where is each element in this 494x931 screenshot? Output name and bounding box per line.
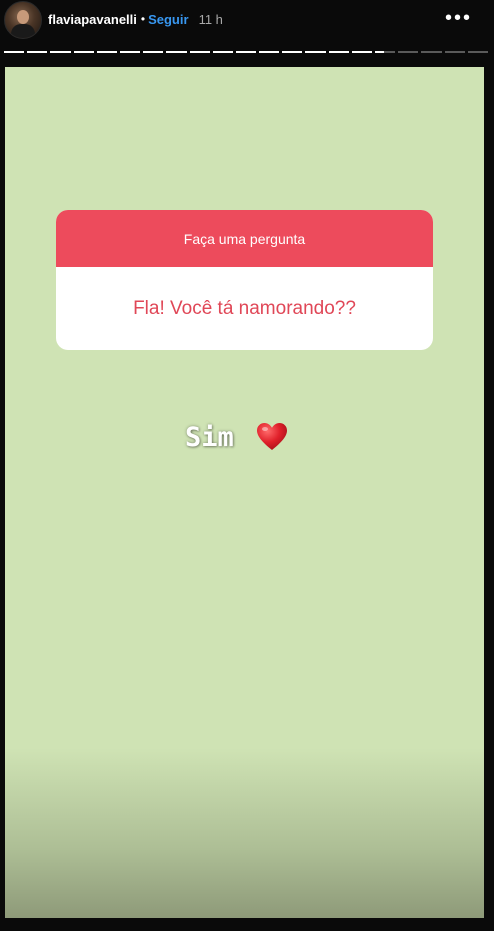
progress-segment (398, 51, 419, 53)
follow-button[interactable]: Seguir (148, 12, 188, 27)
post-time: 11 h (198, 11, 223, 27)
question-text: Fla! Você tá namorando?? (133, 297, 356, 319)
progress-segment (351, 51, 372, 53)
progress-segment (166, 51, 187, 53)
progress-segment (305, 51, 326, 53)
story-header: flaviapavanelli • Seguir 11 h ••• (0, 0, 494, 44)
progress-segment (467, 51, 488, 53)
bottom-frame (0, 918, 494, 931)
red-heart-icon (256, 423, 287, 450)
progress-segment (259, 51, 280, 53)
story-content[interactable]: Faça uma pergunta Fla! Você tá namorando… (5, 67, 484, 918)
profile-avatar[interactable] (4, 1, 42, 39)
more-options-icon[interactable]: ••• (445, 8, 472, 28)
answer-line: Sim (185, 421, 288, 453)
progress-segment (50, 51, 71, 53)
username-link[interactable]: flaviapavanelli (48, 12, 137, 27)
user-line: flaviapavanelli • Seguir 11 h (48, 10, 223, 28)
progress-segment (444, 51, 465, 53)
progress-segment (27, 51, 48, 53)
progress-segment (212, 51, 233, 53)
progress-segment (4, 51, 25, 53)
separator-dot: • (140, 12, 146, 26)
answer-text: Sim (185, 421, 234, 453)
progress-segment (96, 51, 117, 53)
progress-segment (282, 51, 303, 53)
progress-segment (143, 51, 164, 53)
progress-segment (328, 51, 349, 53)
progress-segment (375, 51, 396, 53)
progress-segment (189, 51, 210, 53)
question-sticker: Faça uma pergunta Fla! Você tá namorando… (56, 210, 433, 350)
progress-segment (119, 51, 141, 53)
question-sticker-title: Faça uma pergunta (56, 210, 433, 267)
story-progress-bar (4, 51, 488, 53)
progress-segment (73, 51, 94, 53)
progress-segment (235, 51, 257, 53)
progress-segment (421, 51, 442, 53)
